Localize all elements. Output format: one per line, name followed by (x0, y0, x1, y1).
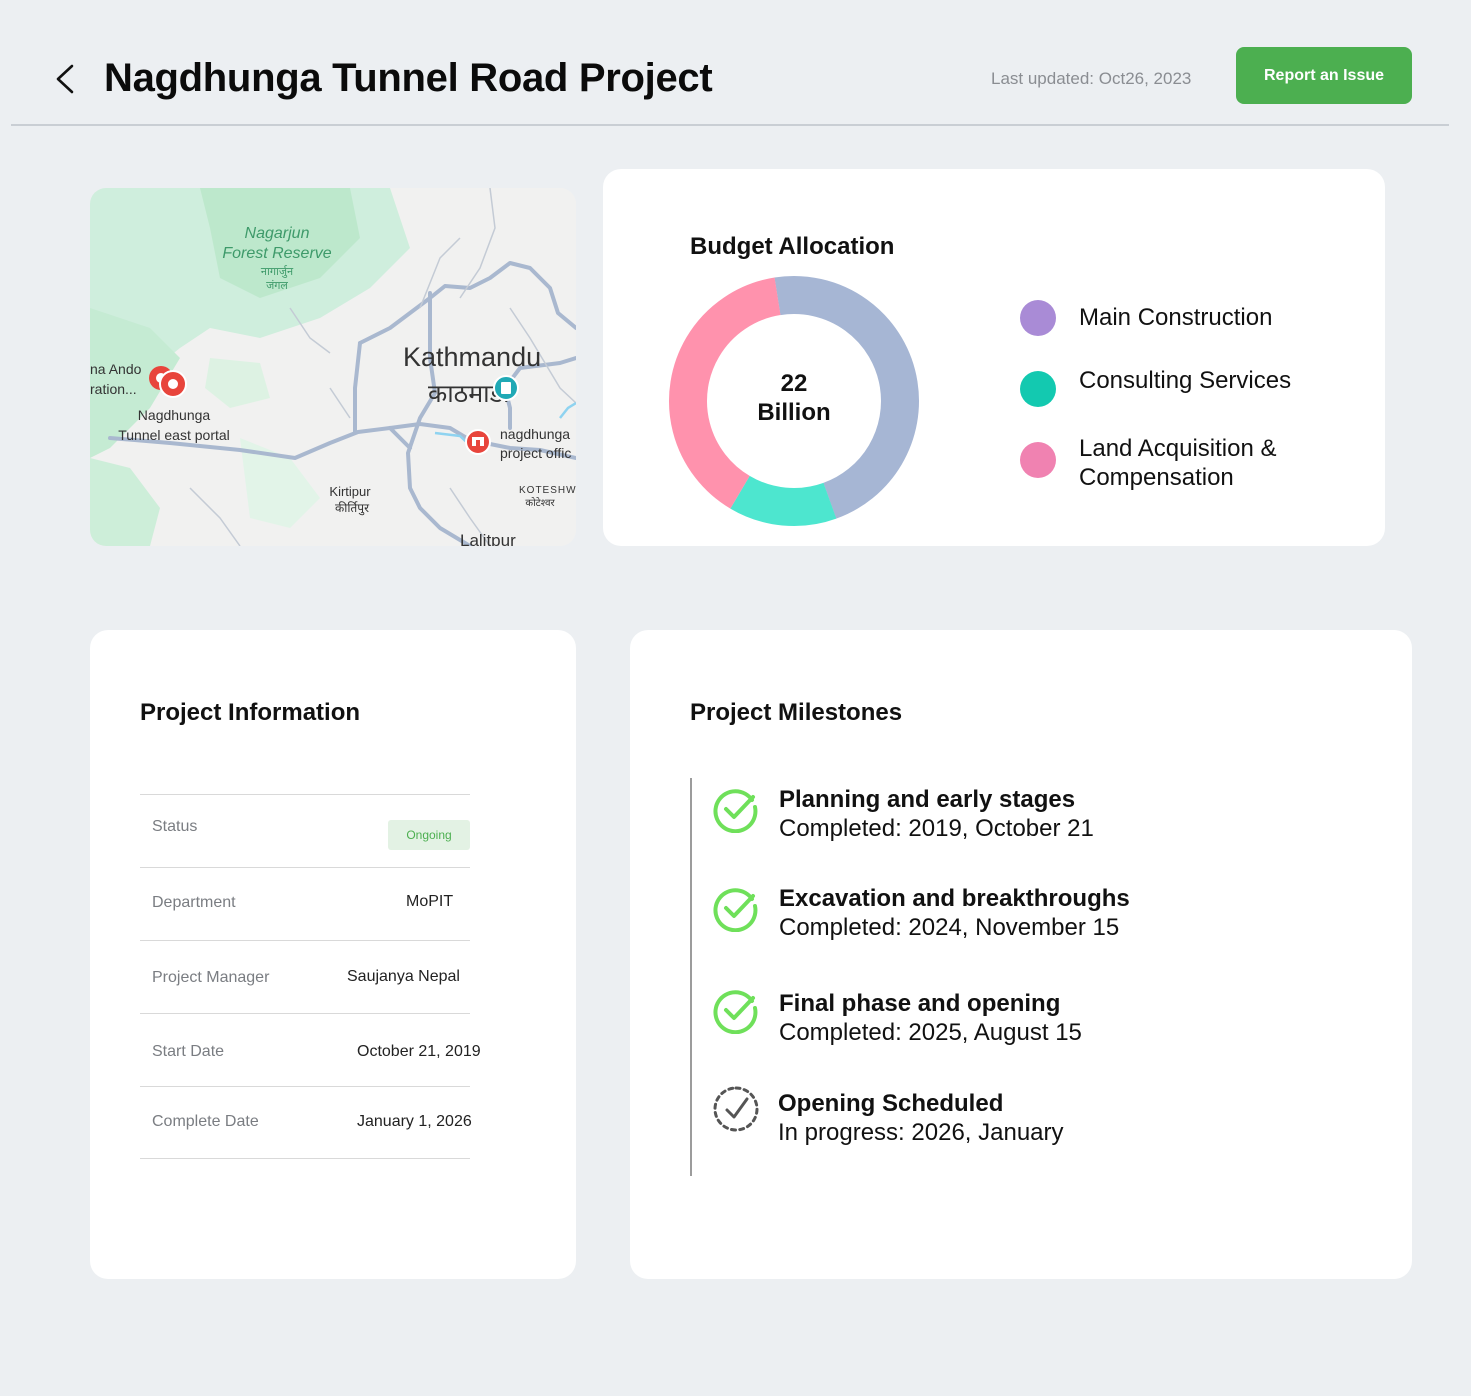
legend-label: Consulting Services (1079, 367, 1292, 394)
milestone-title: Final phase and opening (779, 990, 1061, 1017)
map-label-koteshwor: KOTESHW (519, 485, 576, 496)
info-key: Department (152, 894, 236, 911)
budget-total-value: 22 (780, 370, 808, 397)
project-information-table: Status Ongoing Department MoPIT Project … (140, 794, 481, 1159)
info-value: January 1, 2026 (357, 1113, 472, 1130)
map-label-office-1: nagdhunga (500, 426, 570, 442)
page-title: Nagdhunga Tunnel Road Project (104, 56, 713, 100)
project-information-title: Project Information (140, 699, 361, 726)
milestone-subtitle: In progress: 2026, January (778, 1119, 1064, 1146)
info-value: Saujanya Nepal (347, 968, 460, 985)
milestone-subtitle: Completed: 2025, August 15 (779, 1019, 1082, 1046)
info-row-department: Department MoPIT (140, 867, 470, 940)
timeline-line (690, 778, 692, 1176)
info-row-start-date: Start Date October 21, 2019 (140, 1013, 481, 1086)
legend-label: Land Acquisition & Compensation (1079, 435, 1277, 491)
map-label-ando-2: ration... (90, 381, 137, 397)
map-label-ando-1: na Ando (90, 361, 142, 377)
map-label-portal-1: Nagdhunga (138, 407, 211, 423)
map-label-office-2: project offic (500, 445, 571, 461)
map-label-forest-np-1: नागार्जुन (261, 265, 294, 278)
milestone-subtitle: Completed: 2019, October 21 (779, 815, 1094, 842)
legend-dot (1020, 300, 1056, 336)
info-row-project-manager: Project Manager Saujanya Nepal (140, 940, 470, 1013)
back-arrow-icon[interactable] (50, 58, 84, 100)
milestone-title: Opening Scheduled (778, 1090, 1004, 1117)
legend-label: Main Construction (1079, 304, 1273, 331)
legend-dot (1020, 371, 1056, 407)
page-header: Nagdhunga Tunnel Road Project Last updat… (0, 0, 1471, 126)
status-badge: Ongoing (388, 820, 470, 850)
map-label-portal-2: Tunnel east portal (118, 427, 230, 443)
info-key: Start Date (152, 1043, 225, 1060)
budget-total-unit: Billion (757, 399, 831, 426)
map-label-kirtipur-np: कीर्तिपुर (335, 501, 370, 516)
info-row-complete-date: Complete Date January 1, 2026 (140, 1086, 472, 1159)
info-key: Complete Date (152, 1113, 259, 1130)
last-updated-text: Last updated: Oct26, 2023 (991, 69, 1192, 88)
budget-card: Budget Allocation 22 Billion Main Constr… (603, 169, 1385, 546)
info-key: Status (152, 818, 198, 835)
check-circle-icon (713, 888, 758, 932)
budget-title: Budget Allocation (690, 233, 895, 260)
project-milestones-title: Project Milestones (690, 699, 903, 726)
check-circle-icon (713, 990, 758, 1034)
office-pin-icon[interactable] (465, 429, 491, 455)
project-information-card: Project Information Status Ongoing Depar… (90, 630, 576, 1279)
map-label-forest-2: Forest Reserve (222, 245, 331, 262)
header-divider (11, 124, 1449, 126)
milestone-title: Excavation and breakthroughs (779, 885, 1130, 912)
budget-total: 22 Billion (668, 369, 920, 427)
map-label-city: Kathmandu (403, 342, 541, 372)
info-value: MoPIT (406, 893, 454, 910)
legend-item-consulting-services: Consulting Services (1020, 367, 1329, 407)
dashed-check-circle-icon (713, 1086, 759, 1132)
legend-item-main-construction: Main Construction (1020, 300, 1329, 336)
landmark-pin-icon[interactable] (493, 375, 519, 401)
map-label-forest-1: Nagarjun (245, 225, 310, 242)
map-label-lalitpur: Lalitpur (460, 531, 516, 546)
milestone-title: Planning and early stages (779, 786, 1076, 813)
info-row-status: Status Ongoing (140, 794, 470, 867)
map-label-kirtipur: Kirtipur (329, 484, 371, 499)
project-map[interactable]: Nagarjun Forest Reserve नागार्जुन जंगल K… (90, 188, 576, 546)
map-label-forest-np-2: जंगल (266, 279, 288, 292)
milestone-subtitle: Completed: 2024, November 15 (779, 914, 1120, 941)
legend-dot (1020, 442, 1056, 478)
info-value: October 21, 2019 (357, 1043, 481, 1060)
legend-item-land-acquisition: Land Acquisition & Compensation (1020, 435, 1329, 492)
report-issue-button[interactable]: Report an Issue (1236, 47, 1412, 104)
info-key: Project Manager (152, 969, 270, 986)
project-milestones-card: Project Milestones Planning and early st… (630, 630, 1412, 1279)
map-label-koteshwor-np: कोटेश्वर (525, 497, 555, 509)
check-circle-icon (713, 789, 758, 833)
